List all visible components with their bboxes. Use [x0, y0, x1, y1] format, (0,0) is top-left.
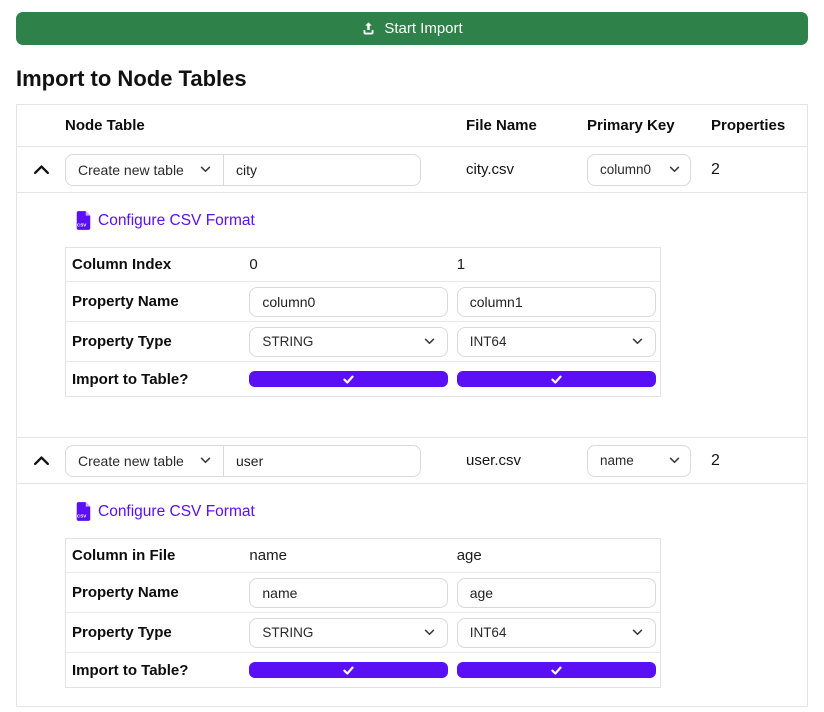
- check-icon: [343, 375, 354, 384]
- import-to-table-row: Import to Table?: [66, 653, 660, 687]
- primary-key-select[interactable]: name: [587, 445, 691, 477]
- property-name-input[interactable]: [457, 578, 656, 608]
- config-column-header: 0: [249, 256, 456, 273]
- csv-file-icon: CSV: [76, 502, 91, 521]
- import-toggle[interactable]: [249, 662, 448, 678]
- config-header-row: Column in File name age: [66, 539, 660, 573]
- import-toggle[interactable]: [457, 662, 656, 678]
- property-type-value: INT64: [470, 625, 507, 640]
- property-name-label: Property Name: [66, 584, 249, 601]
- chevron-down-icon: [200, 166, 211, 173]
- header-file-name: File Name: [466, 117, 587, 134]
- table-row: Create new table user.csv name 2: [17, 438, 807, 484]
- collapse-row-button[interactable]: [31, 453, 52, 468]
- check-icon: [551, 375, 562, 384]
- csv-file-icon: CSV: [76, 211, 91, 230]
- import-to-table-row: Import to Table?: [66, 362, 660, 396]
- primary-key-select[interactable]: column0: [587, 154, 691, 186]
- chevron-down-icon: [632, 338, 643, 345]
- config-column-header: name: [249, 547, 456, 564]
- configure-csv-format-label: Configure CSV Format: [98, 212, 255, 230]
- property-name-input[interactable]: [457, 287, 656, 317]
- property-type-select[interactable]: INT64: [457, 327, 656, 357]
- chevron-down-icon: [669, 166, 680, 173]
- property-name-row: Property Name: [66, 282, 660, 322]
- table-row: Create new table city.csv column0 2: [17, 147, 807, 193]
- import-toggle[interactable]: [457, 371, 656, 387]
- property-type-select[interactable]: STRING: [249, 618, 448, 648]
- table-header-row: Node Table File Name Primary Key Propert…: [17, 105, 807, 147]
- property-type-value: STRING: [262, 334, 313, 349]
- config-header-label: Column in File: [66, 547, 249, 564]
- property-name-label: Property Name: [66, 293, 249, 310]
- page-title: Import to Node Tables: [16, 66, 808, 92]
- table-mode-select[interactable]: Create new table: [65, 154, 223, 186]
- check-icon: [551, 666, 562, 675]
- table-mode-value: Create new table: [78, 453, 184, 469]
- table-name-input[interactable]: [223, 445, 421, 477]
- property-type-label: Property Type: [66, 624, 249, 641]
- properties-count: 2: [711, 161, 720, 178]
- node-tables-container: Node Table File Name Primary Key Propert…: [16, 104, 808, 707]
- property-name-row: Property Name: [66, 573, 660, 613]
- collapse-row-button[interactable]: [31, 162, 52, 177]
- csv-config-table: Column Index 0 1 Property Name Property …: [65, 247, 661, 397]
- config-header-row: Column Index 0 1: [66, 248, 660, 282]
- chevron-up-icon: [33, 164, 50, 175]
- configure-csv-format-label: Configure CSV Format: [98, 503, 255, 521]
- property-type-row: Property Type STRING INT64: [66, 613, 660, 653]
- file-name-text: city.csv: [466, 161, 514, 178]
- header-node-table: Node Table: [65, 117, 466, 134]
- property-type-value: INT64: [470, 334, 507, 349]
- property-type-select[interactable]: INT64: [457, 618, 656, 648]
- import-toggle[interactable]: [249, 371, 448, 387]
- configure-csv-format-link[interactable]: CSV Configure CSV Format: [76, 502, 255, 521]
- table-mode-select[interactable]: Create new table: [65, 445, 223, 477]
- table-name-input[interactable]: [223, 154, 421, 186]
- property-name-input[interactable]: [249, 287, 448, 317]
- header-properties: Properties: [711, 117, 807, 134]
- start-import-button[interactable]: Start Import: [16, 12, 808, 45]
- config-header-label: Column Index: [66, 256, 249, 273]
- svg-text:CSV: CSV: [77, 514, 87, 519]
- property-type-label: Property Type: [66, 333, 249, 350]
- csv-config-section: CSV Configure CSV Format Column Index 0 …: [17, 193, 807, 438]
- chevron-down-icon: [669, 457, 680, 464]
- table-mode-value: Create new table: [78, 162, 184, 178]
- import-to-table-label: Import to Table?: [66, 662, 249, 679]
- chevron-down-icon: [424, 629, 435, 636]
- start-import-label: Start Import: [384, 20, 462, 37]
- chevron-down-icon: [424, 338, 435, 345]
- chevron-down-icon: [200, 457, 211, 464]
- config-column-header: age: [457, 547, 660, 564]
- header-primary-key: Primary Key: [587, 117, 711, 134]
- chevron-down-icon: [632, 629, 643, 636]
- check-icon: [343, 666, 354, 675]
- property-type-select[interactable]: STRING: [249, 327, 448, 357]
- primary-key-value: column0: [600, 162, 651, 177]
- svg-text:CSV: CSV: [77, 223, 87, 228]
- config-column-header: 1: [457, 256, 660, 273]
- property-type-value: STRING: [262, 625, 313, 640]
- property-name-input[interactable]: [249, 578, 448, 608]
- properties-count: 2: [711, 452, 720, 469]
- upload-icon: [361, 21, 376, 36]
- import-to-table-label: Import to Table?: [66, 371, 249, 388]
- csv-config-table: Column in File name age Property Name Pr…: [65, 538, 661, 688]
- csv-config-section: CSV Configure CSV Format Column in File …: [17, 484, 807, 706]
- chevron-up-icon: [33, 455, 50, 466]
- primary-key-value: name: [600, 453, 634, 468]
- property-type-row: Property Type STRING INT64: [66, 322, 660, 362]
- file-name-text: user.csv: [466, 452, 521, 469]
- configure-csv-format-link[interactable]: CSV Configure CSV Format: [76, 211, 255, 230]
